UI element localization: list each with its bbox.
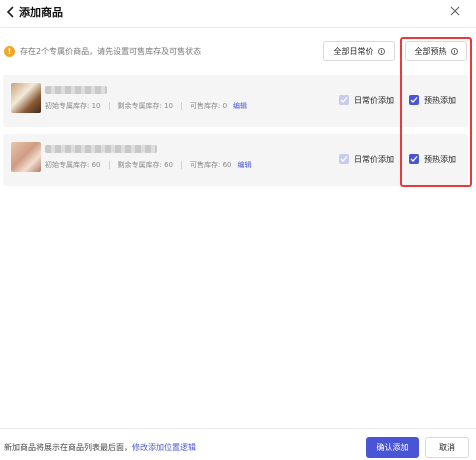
stock-info: 初始专属库存: 10 剩余专属库存: 10 可售库存: 0 编辑: [45, 101, 247, 111]
preheat-add-checkbox[interactable]: [409, 95, 419, 105]
dialog-header: 添加商品: [0, 0, 476, 26]
separator: [108, 102, 110, 110]
product-name-blurred: [45, 86, 107, 94]
separator: [181, 102, 182, 110]
footer-note-text: 新加商品将展示在商品列表最后面，: [4, 443, 132, 452]
confirm-add-button[interactable]: 确认添加: [366, 437, 419, 458]
daily-add-checkbox[interactable]: [339, 95, 349, 105]
remaining-stock: 剩余专属库存: 60: [117, 161, 174, 169]
product-card: 初始专属库存: 10 剩余专属库存: 10 可售库存: 0 编辑 日常价添加 预…: [3, 75, 468, 127]
warning-icon: !: [4, 45, 15, 57]
stock-info: 初始专属库存: 60 剩余专属库存: 60 可售库存: 60 编辑: [45, 160, 252, 170]
all-daily-price-label: 全部日常价: [333, 46, 374, 56]
check-icon: [410, 97, 418, 103]
product-name-blurred: [45, 145, 157, 153]
header-divider: [0, 27, 476, 28]
footer-note: 新加商品将展示在商品列表最后面，修改添加位置逻辑: [4, 442, 196, 453]
remaining-stock: 剩余专属库存: 10: [117, 102, 174, 110]
daily-add-label: 日常价添加: [354, 96, 394, 105]
product-thumbnail: [11, 142, 41, 172]
cancel-button[interactable]: 取消: [425, 437, 469, 458]
product-thumbnail: [11, 83, 41, 113]
close-icon[interactable]: [448, 4, 462, 18]
edit-link[interactable]: 编辑: [238, 160, 252, 170]
edit-link[interactable]: 编辑: [233, 101, 247, 111]
product-card: 初始专属库存: 60 剩余专属库存: 60 可售库存: 60 编辑 日常价添加 …: [3, 134, 468, 186]
all-preheat-label: 全部预热: [414, 46, 447, 56]
notice-bar: ! 存在2个专属价商品，请先设置可售库存及可售状态: [4, 44, 201, 58]
separator: [181, 161, 182, 169]
preheat-add-label: 预热添加: [424, 155, 456, 164]
check-icon: [410, 156, 418, 162]
available-stock: 可售库存: 60: [190, 161, 232, 169]
info-icon: [450, 47, 458, 55]
dialog-title: 添加商品: [19, 6, 63, 19]
separator: [108, 161, 110, 169]
initial-stock: 初始专属库存: 60: [45, 161, 101, 169]
check-icon: [340, 97, 348, 103]
notice-text: 存在2个专属价商品，请先设置可售库存及可售状态: [20, 46, 202, 56]
preheat-add-checkbox[interactable]: [409, 154, 419, 164]
preheat-add-label: 预热添加: [424, 96, 456, 105]
all-daily-price-button[interactable]: 全部日常价: [323, 41, 395, 61]
check-icon: [340, 156, 348, 162]
modify-position-link[interactable]: 修改添加位置逻辑: [132, 443, 196, 452]
daily-add-label: 日常价添加: [354, 155, 394, 164]
chevron-left-icon[interactable]: [4, 5, 18, 19]
daily-add-checkbox[interactable]: [339, 154, 349, 164]
available-stock: 可售库存: 0: [190, 102, 228, 110]
info-icon: [377, 47, 385, 55]
all-preheat-button[interactable]: 全部预热: [405, 41, 467, 61]
initial-stock: 初始专属库存: 10: [45, 102, 101, 110]
footer-divider: [0, 428, 476, 429]
